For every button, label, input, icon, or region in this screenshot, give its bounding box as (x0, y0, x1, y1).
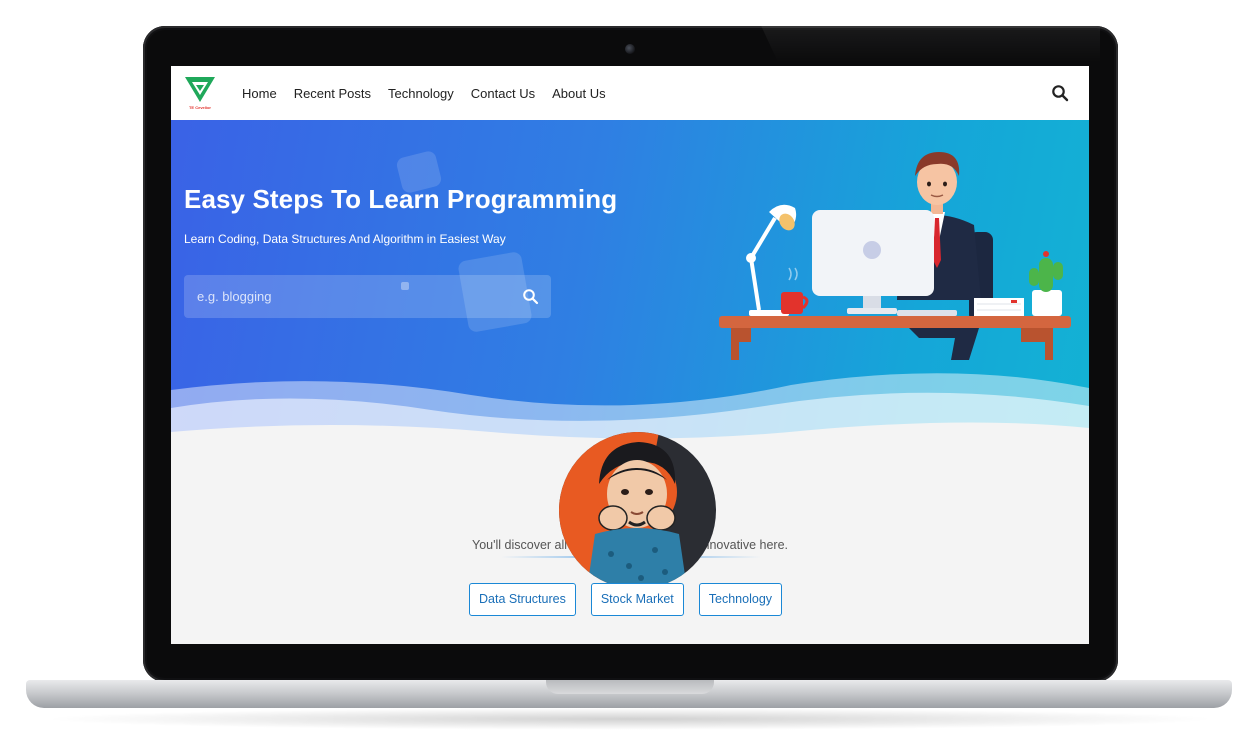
svg-text:TE Cevelior: TE Cevelior (189, 105, 211, 110)
search-icon[interactable] (1051, 84, 1069, 102)
hero-title: Easy Steps To Learn Programming (184, 184, 618, 214)
nav-recent-posts[interactable]: Recent Posts (294, 86, 371, 101)
search-input[interactable] (184, 275, 514, 318)
site-navbar: TE Cevelior Home Recent Posts Technology… (171, 66, 1089, 120)
lid-glare (750, 2, 1100, 62)
nav-links: Home Recent Posts Technology Contact Us … (242, 66, 623, 120)
laptop-notch (546, 680, 714, 694)
webcam-icon (625, 44, 635, 54)
nav-about-us[interactable]: About Us (552, 86, 605, 101)
site-logo[interactable]: TE Cevelior (183, 74, 217, 112)
category-tags: Data Structures Stock Market Technology (469, 583, 783, 616)
browser-screen: TE Cevelior Home Recent Posts Technology… (171, 66, 1089, 644)
search-icon[interactable] (522, 288, 539, 305)
hero-banner: Easy Steps To Learn Programming Learn Co… (171, 120, 1089, 450)
nav-technology[interactable]: Technology (388, 86, 454, 101)
nav-contact-us[interactable]: Contact Us (471, 86, 535, 101)
logo-icon: TE Cevelior (185, 77, 215, 110)
hero-subtitle: Learn Coding, Data Structures And Algori… (184, 232, 506, 246)
hero-search-box (184, 275, 551, 318)
developer-illustration (719, 140, 1079, 360)
nav-home[interactable]: Home (242, 86, 277, 101)
tag-stock-market[interactable]: Stock Market (590, 583, 684, 616)
tag-data-structures[interactable]: Data Structures (469, 583, 576, 616)
tag-technology[interactable]: Technology (698, 583, 783, 616)
laptop-shadow (40, 708, 1220, 730)
author-avatar (559, 432, 716, 589)
